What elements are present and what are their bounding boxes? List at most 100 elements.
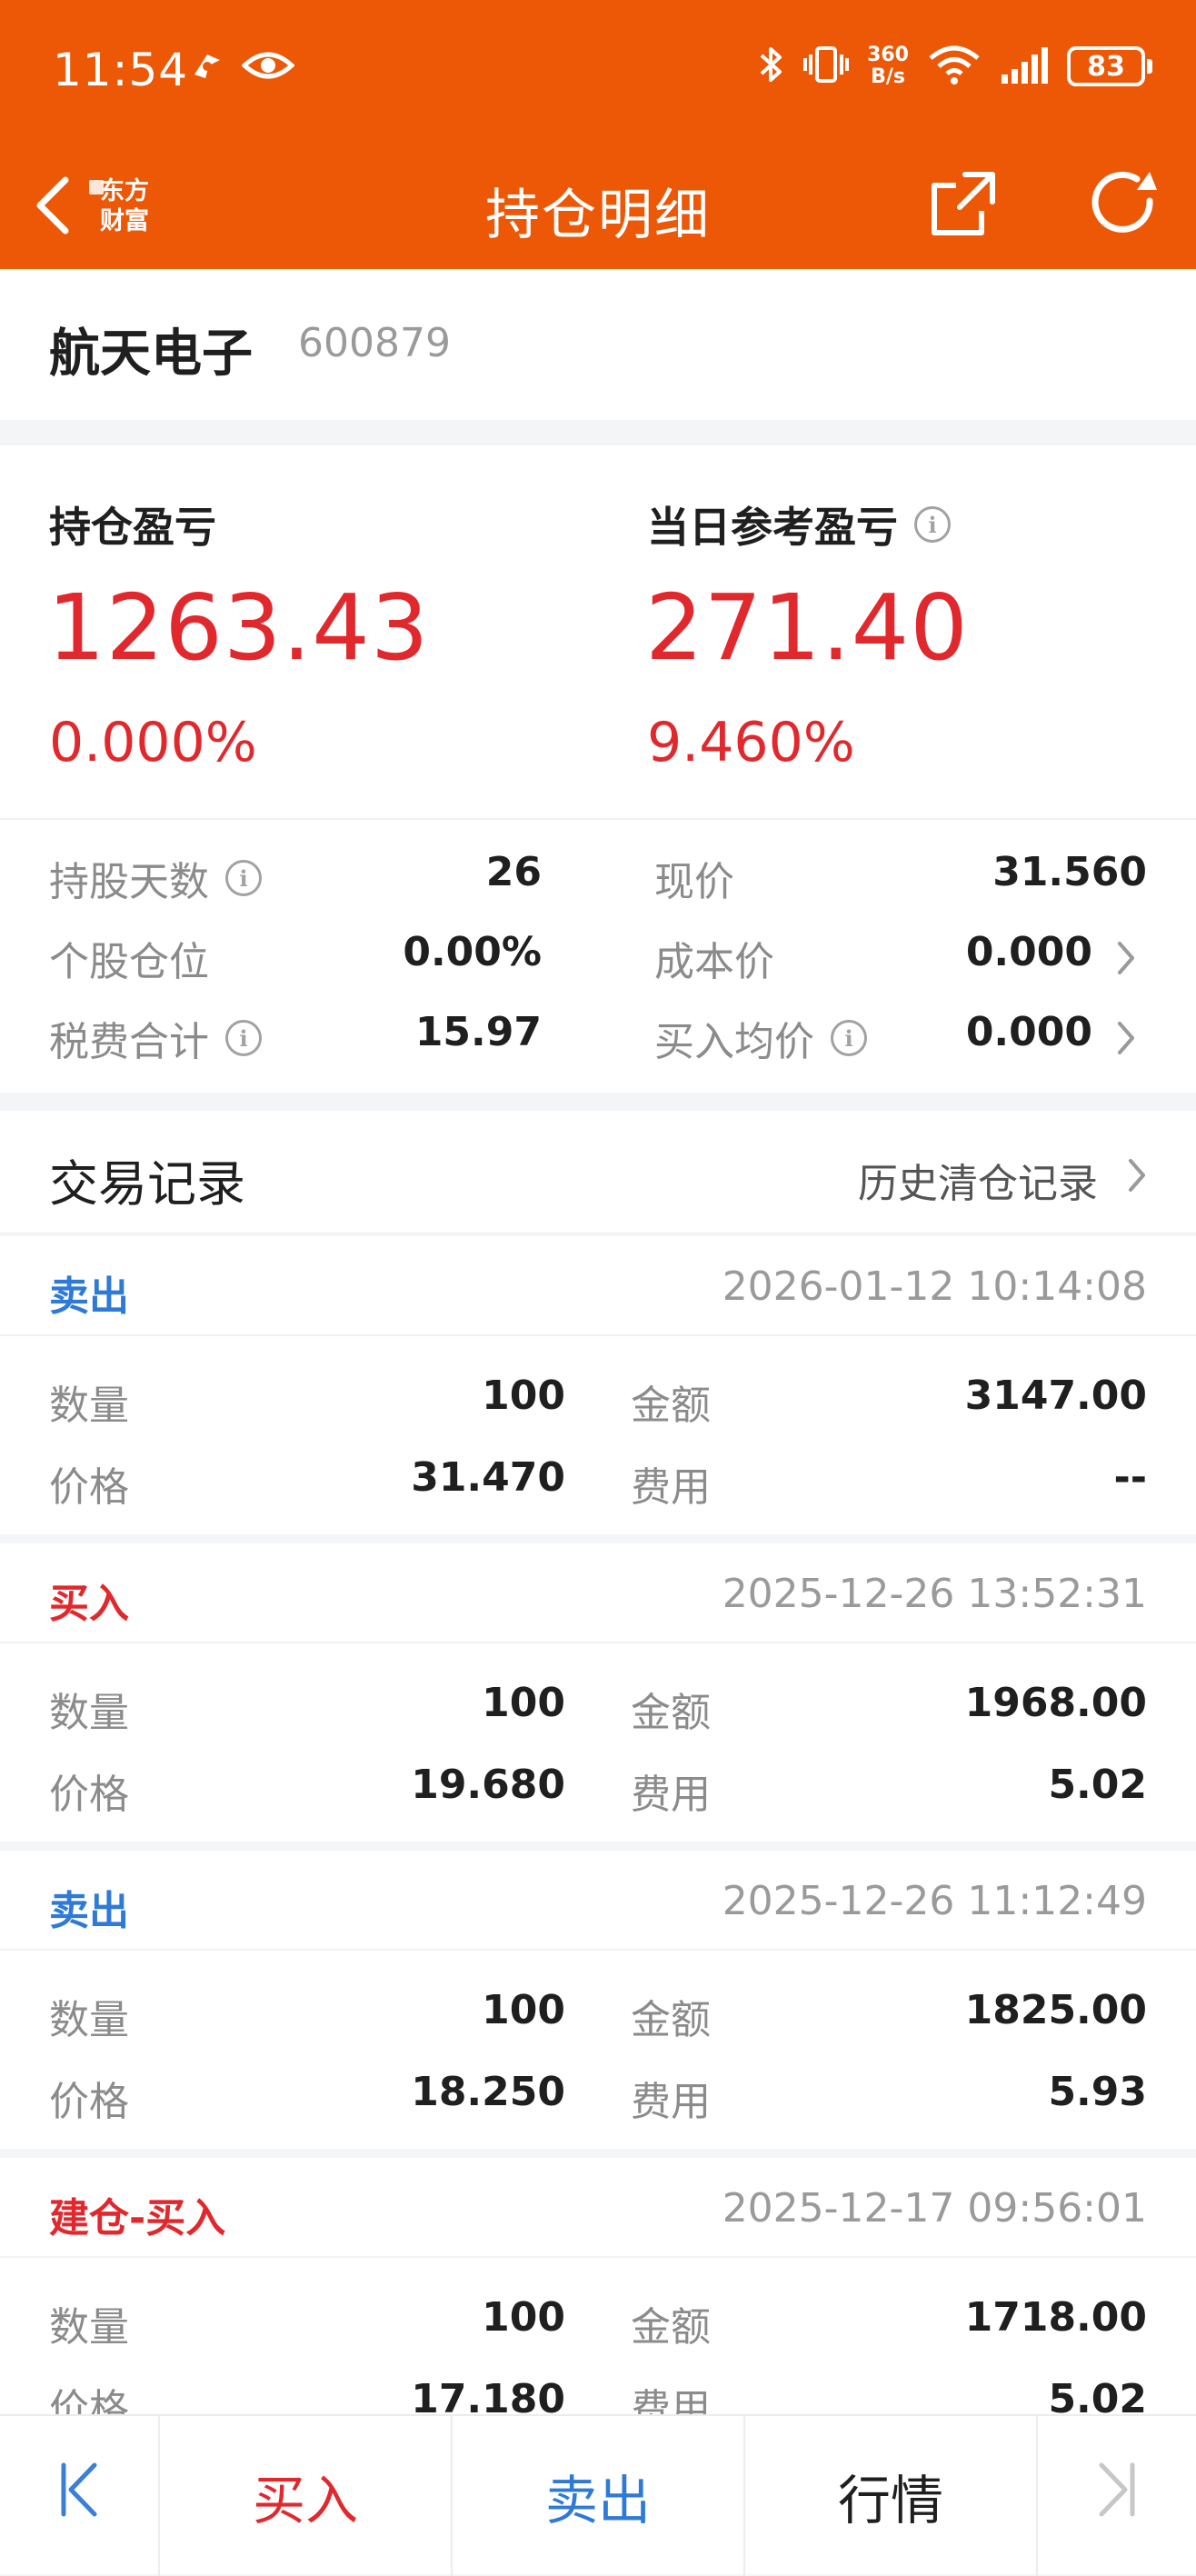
trade-record[interactable]: 买入 2025-12-26 13:52:31 数量 100 金额 1968.00… [0, 1543, 1196, 1842]
price-value: 31.470 [411, 1454, 565, 1501]
fee-label: 费用 [631, 2079, 711, 2125]
chevron-right-icon [1125, 1155, 1149, 1205]
qty-label: 数量 [49, 1997, 129, 2043]
trade-time: 2025-12-26 13:52:31 [722, 1571, 1147, 1617]
qty-label: 数量 [49, 1383, 129, 1429]
fee-value: 5.02 [1048, 1762, 1147, 1808]
price-label: 价格 [49, 1772, 129, 1818]
fee-label: 费用 [631, 2386, 711, 2414]
fee-label: 费用 [631, 1464, 711, 1511]
fees-total-label: 税费合计 [49, 1019, 209, 1065]
metric-row: 税费合计 i 15.97 买入均价 i 0.000 [0, 1009, 1196, 1065]
amount-label: 金额 [631, 1383, 711, 1429]
qty-label: 数量 [49, 1690, 129, 1736]
bluetooth-icon [758, 44, 785, 89]
stock-name: 航天电子 [49, 324, 253, 384]
avg-buy-price-value[interactable]: 0.000 [872, 1009, 1092, 1055]
app-header: 11:54 360 B/s 83 东方 财富 持仓明细 [0, 0, 1196, 269]
trade-record[interactable]: 卖出 2025-12-26 11:12:49 数量 100 金额 1825.00… [0, 1851, 1196, 2149]
divider [0, 818, 1196, 820]
info-icon[interactable]: i [914, 506, 951, 543]
position-ratio-value: 0.00% [403, 929, 542, 975]
qty-value: 100 [482, 1373, 565, 1419]
amount-label: 金额 [631, 2304, 711, 2351]
fee-label: 费用 [631, 1772, 711, 1818]
trade-record[interactable]: 建仓-买入 2025-12-17 09:56:01 数量 100 金额 1718… [0, 2158, 1196, 2414]
signal-icon [1000, 44, 1049, 89]
trade-type: 卖出 [49, 1888, 129, 1934]
avg-buy-price-label: 买入均价 [654, 1019, 814, 1065]
market-button[interactable]: 行情 [745, 2416, 1036, 2576]
status-bar: 11:54 360 B/s 83 [0, 0, 1196, 145]
amount-label: 金额 [631, 1690, 711, 1736]
price-value: 18.250 [411, 2069, 565, 2115]
trade-time: 2025-12-17 09:56:01 [722, 2185, 1147, 2232]
bottom-action-bar: 买入 卖出 行情 [0, 2414, 1196, 2576]
trade-records-title: 交易记录 [49, 1155, 245, 1213]
chevron-right-icon[interactable] [1114, 938, 1138, 982]
previous-button[interactable] [0, 2416, 158, 2576]
fee-value: -- [1113, 1454, 1147, 1501]
skip-next-icon [1094, 2460, 1140, 2532]
share-button[interactable] [922, 164, 1005, 247]
notification-icon [189, 47, 225, 87]
refresh-button[interactable] [1081, 164, 1165, 247]
skip-previous-icon [56, 2460, 102, 2532]
qty-label: 数量 [49, 2304, 129, 2351]
amount-value: 1968.00 [964, 1680, 1147, 1726]
stock-header: 航天电子 600879 [0, 269, 1196, 420]
net-speed: 360 B/s [867, 44, 909, 88]
price-label: 价格 [49, 1464, 129, 1511]
stock-code: 600879 [298, 320, 451, 366]
amount-value: 1825.00 [964, 1987, 1147, 2033]
position-pnl-value: 1263.43 [47, 574, 430, 681]
metric-row: 个股仓位 0.00% 成本价 0.000 [0, 929, 1196, 985]
price-label: 价格 [49, 2386, 129, 2414]
trade-type: 卖出 [49, 1273, 129, 1320]
daily-pnl-value: 271.40 [645, 574, 969, 681]
price-label: 价格 [49, 2079, 129, 2125]
info-icon[interactable]: i [831, 1020, 867, 1056]
price-value: 17.180 [411, 2376, 565, 2414]
info-icon[interactable]: i [225, 1020, 262, 1056]
trade-type: 买入 [49, 1581, 129, 1627]
history-clearance-link[interactable]: 历史清仓记录 [858, 1151, 1149, 1209]
position-summary-card: 持仓盈亏 1263.43 0.000% 当日参考盈亏 i 271.40 9.46… [0, 445, 1196, 1093]
sell-button[interactable]: 卖出 [453, 2416, 743, 2576]
chevron-right-icon[interactable] [1114, 1018, 1138, 1062]
trade-time: 2025-12-26 11:12:49 [722, 1878, 1147, 1924]
cost-price-value[interactable]: 0.000 [872, 929, 1092, 975]
info-icon[interactable]: i [225, 860, 262, 896]
position-pnl-label: 持仓盈亏 [49, 503, 216, 552]
position-pnl-pct: 0.000% [49, 711, 257, 774]
title-bar: 东方 财富 持仓明细 [0, 145, 1196, 269]
trade-record[interactable]: 卖出 2026-01-12 10:14:08 数量 100 金额 3147.00… [0, 1236, 1196, 1534]
daily-pnl-label: 当日参考盈亏 [647, 503, 898, 552]
trade-records-header: 交易记录 历史清仓记录 [0, 1111, 1196, 1234]
trade-time: 2026-01-12 10:14:08 [722, 1263, 1147, 1310]
qty-value: 100 [482, 1987, 565, 2033]
status-time: 11:54 [53, 44, 189, 96]
page-title: 持仓明细 [485, 184, 711, 247]
trade-type: 建仓-买入 [49, 2195, 226, 2242]
eye-icon [241, 47, 295, 87]
current-price-value: 31.560 [992, 849, 1147, 895]
refresh-icon [1086, 166, 1161, 245]
amount-label: 金额 [631, 1997, 711, 2043]
fee-value: 5.93 [1048, 2069, 1147, 2115]
position-ratio-label: 个股仓位 [49, 939, 209, 985]
qty-value: 100 [482, 1680, 565, 1726]
qty-value: 100 [482, 2294, 565, 2341]
wifi-icon [927, 44, 982, 89]
fees-total-value: 15.97 [414, 1009, 542, 1055]
battery-indicator: 83 [1067, 46, 1152, 86]
next-button[interactable] [1038, 2416, 1196, 2576]
daily-pnl-header: 当日参考盈亏 i [647, 494, 951, 554]
price-value: 19.680 [411, 1762, 565, 1808]
buy-button[interactable]: 买入 [160, 2416, 451, 2576]
cost-price-label: 成本价 [654, 939, 774, 985]
fee-value: 5.02 [1048, 2376, 1147, 2414]
amount-value: 3147.00 [964, 1373, 1147, 1419]
vibrate-icon [803, 44, 850, 89]
holding-days-label: 持股天数 [49, 859, 209, 905]
